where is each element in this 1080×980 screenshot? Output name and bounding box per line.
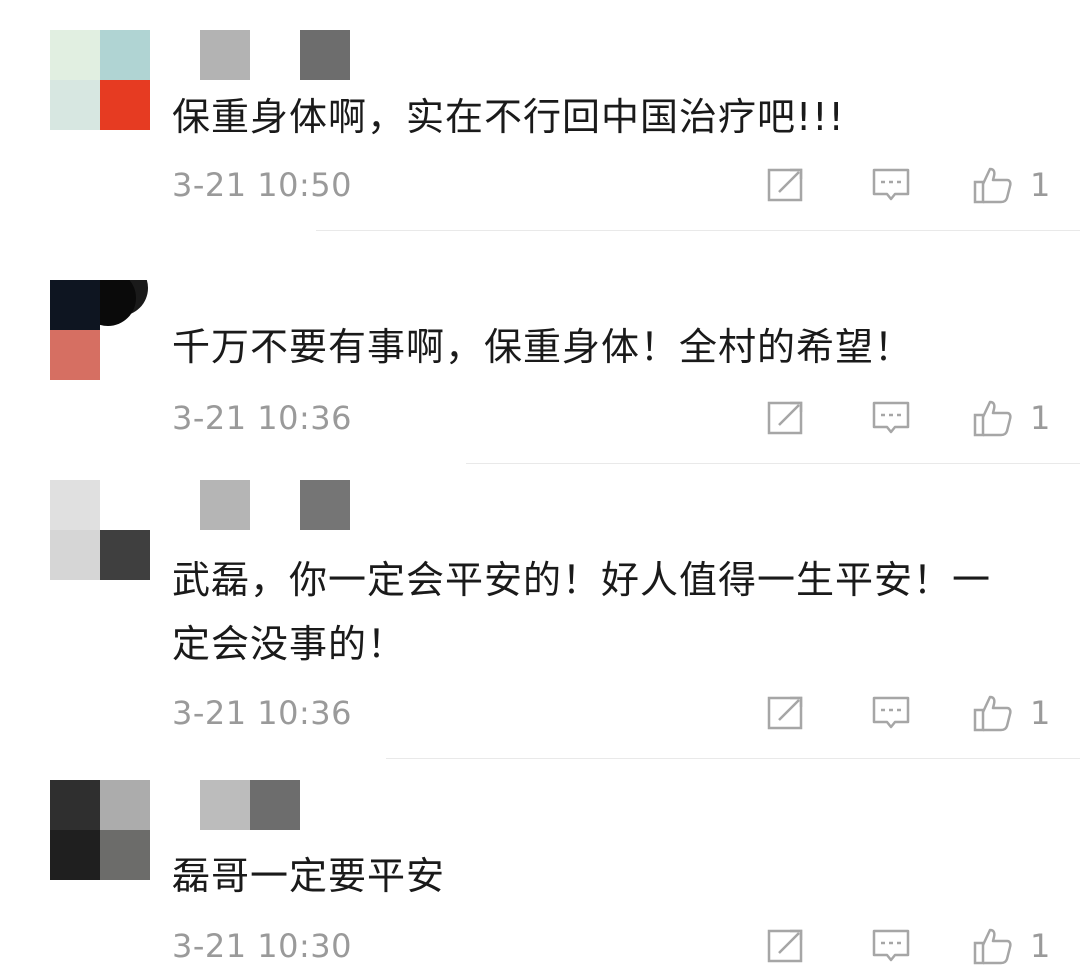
like-count: 1 <box>1030 927 1051 965</box>
divider <box>386 758 1080 759</box>
comment-text: 保重身体啊，实在不行回中国治疗吧!!! <box>172 95 845 139</box>
share-icon[interactable] <box>766 398 806 438</box>
username[interactable] <box>200 30 350 80</box>
like-count: 1 <box>1030 694 1051 732</box>
username[interactable] <box>150 480 350 530</box>
share-icon[interactable] <box>766 693 806 733</box>
divider <box>466 463 1080 464</box>
thumbs-up-icon[interactable] <box>973 165 1013 205</box>
reply-icon[interactable] <box>871 926 911 966</box>
reply-icon[interactable] <box>871 165 911 205</box>
comment-item: 千万不要有事啊，保重身体！全村的希望！ 3-21 10:36 1 <box>0 280 1080 470</box>
comment-time: 3-21 10:50 <box>172 166 353 204</box>
like-count: 1 <box>1030 166 1051 204</box>
avatar[interactable] <box>50 30 150 130</box>
comment-time: 3-21 10:36 <box>172 399 353 437</box>
reply-icon[interactable] <box>871 398 911 438</box>
comment-text-line: 武磊，你一定会平安的！好人值得一生平安！一 <box>172 558 992 602</box>
comment-text-line: 定会没事的！ <box>172 622 407 666</box>
comment-item: 保重身体啊，实在不行回中国治疗吧!!! 3-21 10:50 1 <box>0 30 1080 230</box>
thumbs-up-icon[interactable] <box>973 926 1013 966</box>
avatar[interactable] <box>50 280 150 380</box>
comment-time: 3-21 10:36 <box>172 694 353 732</box>
avatar[interactable] <box>50 780 150 880</box>
comment-text: 磊哥一定要平安 <box>172 854 446 898</box>
comment-item: 磊哥一定要平安 3-21 10:30 1 <box>0 780 1080 980</box>
thumbs-up-icon[interactable] <box>973 398 1013 438</box>
reply-icon[interactable] <box>871 693 911 733</box>
like-count: 1 <box>1030 399 1051 437</box>
username[interactable] <box>200 780 300 830</box>
share-icon[interactable] <box>766 926 806 966</box>
comment-item: 武磊，你一定会平安的！好人值得一生平安！一 定会没事的！ 3-21 10:36 … <box>0 480 1080 750</box>
comment-time: 3-21 10:30 <box>172 927 353 965</box>
comment-text: 千万不要有事啊，保重身体！全村的希望！ <box>172 325 914 369</box>
avatar[interactable] <box>50 480 150 580</box>
thumbs-up-icon[interactable] <box>973 693 1013 733</box>
comment-text: 武磊，你一定会平安的！好人值得一生平安！一 定会没事的！ <box>172 548 1052 676</box>
divider <box>316 230 1080 231</box>
share-icon[interactable] <box>766 165 806 205</box>
